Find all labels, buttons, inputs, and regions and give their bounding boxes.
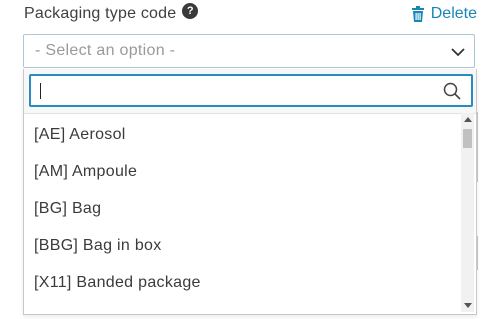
scroll-thumb[interactable] xyxy=(463,129,472,148)
option-label: [AM] Ampoule xyxy=(34,162,138,180)
dropdown-panel: [AE] Aerosol [AM] Ampoule [BG] Bag [BBG]… xyxy=(23,69,477,315)
dropdown-search-input[interactable] xyxy=(29,74,473,107)
list-item[interactable]: [BBG] Bag in box xyxy=(24,227,459,264)
search-icon xyxy=(443,82,461,105)
option-label: [BBG] Bag in box xyxy=(34,236,162,254)
field-label-text: Packaging type code xyxy=(24,5,177,22)
text-caret xyxy=(40,83,41,99)
packaging-type-select[interactable]: - Select an option - xyxy=(23,34,475,68)
scrollbar[interactable] xyxy=(461,113,474,312)
trash-icon xyxy=(411,6,425,22)
select-placeholder: - Select an option - xyxy=(35,42,176,59)
scroll-down-arrow-icon[interactable] xyxy=(464,303,472,308)
question-icon[interactable]: ? xyxy=(182,3,199,19)
list-item[interactable]: [AM] Ampoule xyxy=(24,153,459,190)
options-list: [AE] Aerosol [AM] Ampoule [BG] Bag [BBG]… xyxy=(24,113,459,314)
field-label: Packaging type code ? xyxy=(24,3,199,24)
delete-button[interactable]: Delete xyxy=(411,4,477,24)
list-item[interactable]: [X11] Banded package xyxy=(24,264,459,301)
option-label: [AE] Aerosol xyxy=(34,125,126,143)
chevron-down-icon xyxy=(450,44,466,65)
dropdown-search-area xyxy=(24,69,476,114)
list-item[interactable]: [BG] Bag xyxy=(24,190,459,227)
delete-label: Delete xyxy=(430,5,477,22)
scroll-up-arrow-icon[interactable] xyxy=(464,117,472,122)
option-label: [BG] Bag xyxy=(34,199,102,217)
list-item[interactable]: [AE] Aerosol xyxy=(24,116,459,153)
option-label: [X11] Banded package xyxy=(34,273,201,291)
